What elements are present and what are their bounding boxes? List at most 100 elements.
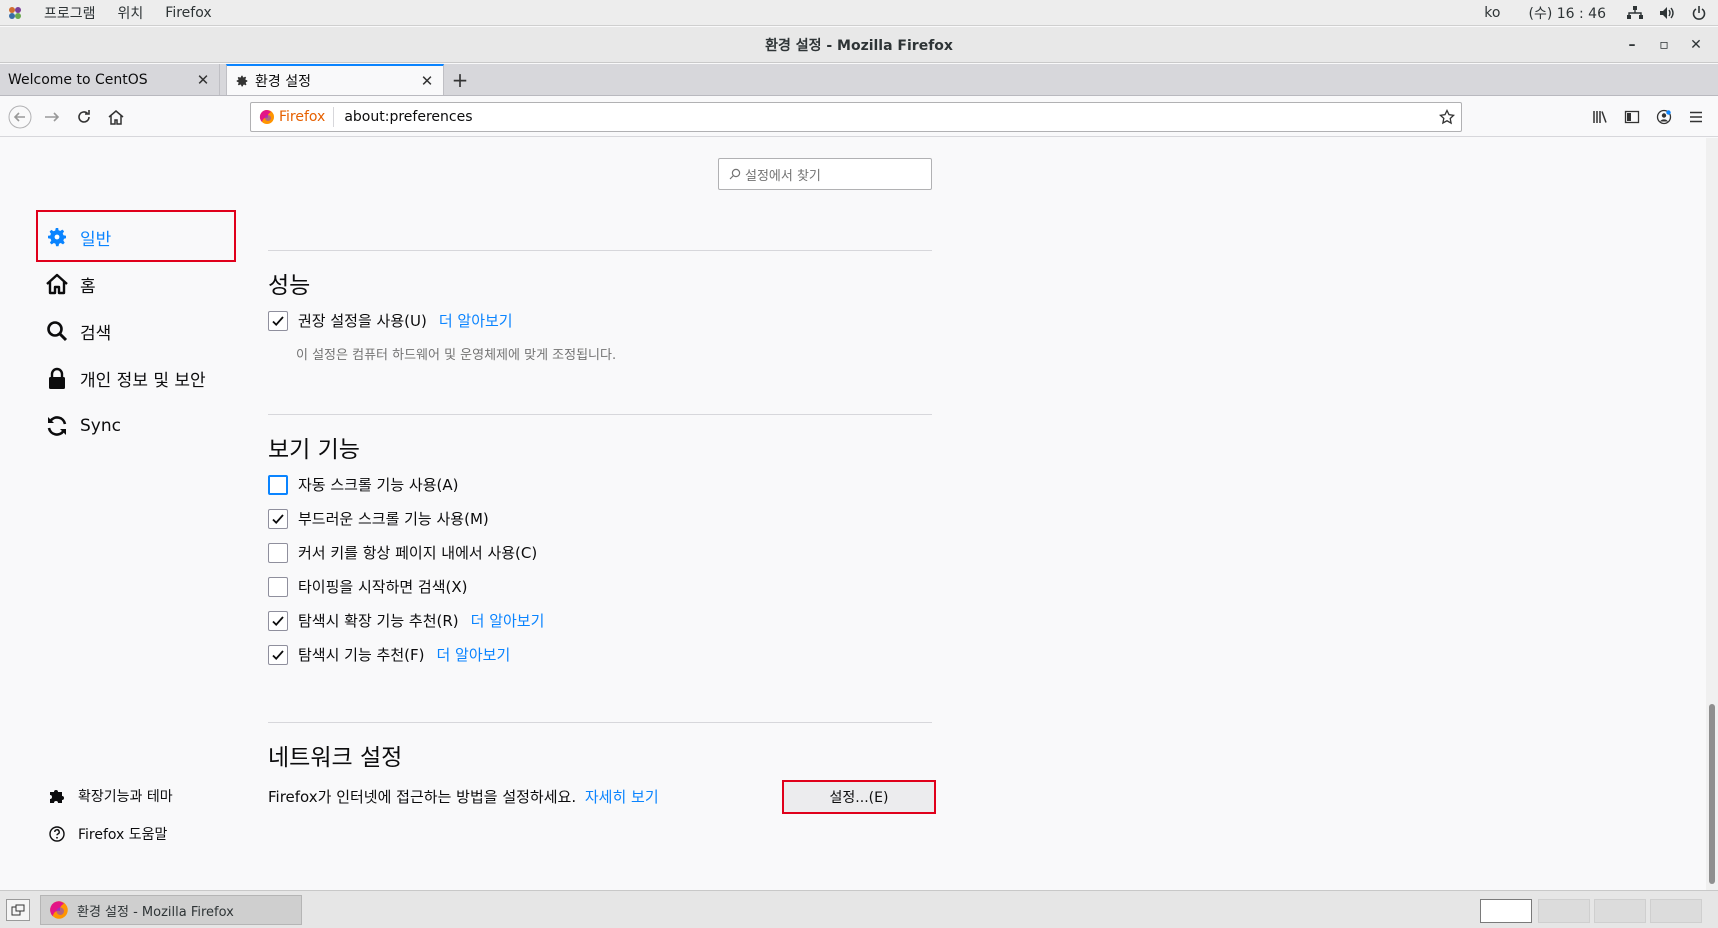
connection-settings-button[interactable]: 설정...(E): [782, 780, 936, 814]
tab-strip: Welcome to CentOS ✕ 환경 설정 ✕ +: [0, 64, 1718, 96]
recommended-settings-checkbox[interactable]: [268, 310, 288, 331]
close-tab-icon[interactable]: ✕: [419, 72, 435, 90]
tab-label: 환경 설정: [255, 73, 311, 90]
autoscroll-option[interactable]: 자동 스크롤 기능 사용(A): [268, 474, 458, 495]
category-general[interactable]: 일반: [44, 222, 111, 252]
account-icon: [1656, 109, 1672, 125]
option-label: 부드러운 스크롤 기능 사용(M): [298, 510, 489, 528]
workspace-2[interactable]: [1538, 899, 1590, 923]
sidebar-toggle-button[interactable]: [1616, 101, 1648, 133]
recommend-extensions-option[interactable]: 탐색시 확장 기능 추천(R) 더 알아보기: [268, 610, 544, 631]
category-home[interactable]: 홈: [44, 269, 96, 299]
url-bar[interactable]: Firefox about:preferences: [250, 102, 1462, 132]
applications-icon[interactable]: [8, 6, 22, 20]
new-tab-button[interactable]: +: [444, 64, 476, 95]
menu-places[interactable]: 위치: [118, 3, 144, 23]
category-label: 일반: [80, 229, 112, 250]
workspace-1[interactable]: [1480, 899, 1532, 923]
maximize-button[interactable]: ▫: [1648, 37, 1680, 53]
clock[interactable]: (수) 16 : 46: [1528, 3, 1606, 23]
vertical-scrollbar[interactable]: [1706, 138, 1718, 890]
reload-button[interactable]: [68, 101, 100, 133]
category-label: 홈: [80, 276, 96, 297]
category-search[interactable]: 검색: [44, 316, 111, 346]
category-privacy[interactable]: 개인 정보 및 보안: [44, 363, 206, 393]
url-text[interactable]: about:preferences: [334, 109, 1433, 125]
search-on-typing-option[interactable]: 타이핑을 시작하면 검색(X): [268, 576, 468, 597]
identity-box[interactable]: Firefox: [251, 107, 335, 127]
footer-label: 확장기능과 테마: [78, 789, 173, 805]
taskbar-window-firefox[interactable]: 환경 설정 - Mozilla Firefox: [40, 895, 302, 925]
addons-link[interactable]: 확장기능과 테마: [48, 786, 173, 806]
app-menu-button[interactable]: [1680, 101, 1712, 133]
caret-browsing-checkbox[interactable]: [268, 542, 288, 563]
bookmark-star-icon[interactable]: [1433, 109, 1461, 125]
hamburger-menu-icon: [1690, 111, 1702, 123]
firefox-logo-icon: [49, 900, 69, 920]
forward-button[interactable]: [36, 101, 68, 133]
checkmark-icon: [272, 315, 284, 326]
recommend-extensions-checkbox[interactable]: [268, 610, 288, 631]
window-title-bar: 환경 설정 - Mozilla Firefox – ▫ ✕: [0, 27, 1718, 63]
help-link[interactable]: Firefox 도움말: [48, 824, 167, 844]
search-input[interactable]: 설정에서 찾기: [745, 165, 821, 184]
home-button[interactable]: [100, 101, 132, 133]
option-label: 자동 스크롤 기능 사용(A): [298, 476, 459, 494]
learn-more-link[interactable]: 더 알아보기: [471, 610, 545, 631]
category-sync[interactable]: Sync: [44, 411, 121, 441]
recommend-features-option[interactable]: 탐색시 기능 추천(F) 더 알아보기: [268, 644, 510, 665]
smooth-scroll-checkbox[interactable]: [268, 508, 288, 529]
recommend-features-checkbox[interactable]: [268, 644, 288, 665]
menu-firefox[interactable]: Firefox: [165, 5, 211, 21]
caret-browsing-option[interactable]: 커서 키를 항상 페이지 내에서 사용(C): [268, 542, 537, 563]
option-label: 권장 설정을 사용(U): [298, 312, 427, 330]
volume-icon[interactable]: [1658, 5, 1676, 21]
option-label: 탐색시 기능 추천(F): [298, 646, 425, 664]
firefox-logo-icon: [259, 109, 275, 125]
tab-welcome[interactable]: Welcome to CentOS ✕: [0, 64, 220, 95]
workspace-4[interactable]: [1650, 899, 1702, 923]
back-button[interactable]: [4, 101, 36, 133]
close-window-button[interactable]: ✕: [1680, 37, 1712, 53]
performance-description: 이 설정은 컴퓨터 하드웨어 및 운영체제에 맞게 조정됩니다.: [296, 348, 617, 363]
help-icon: [48, 825, 66, 843]
footer-label: Firefox 도움말: [78, 827, 168, 843]
preferences-content: 설정에서 찾기 일반 홈 검색 개인 정보 및 보안 Sync 확장기능과 테마…: [0, 138, 1706, 890]
search-icon: [44, 318, 70, 344]
library-button[interactable]: [1584, 101, 1616, 133]
identity-label: Firefox: [279, 109, 326, 125]
workspace-3[interactable]: [1594, 899, 1646, 923]
category-label: Sync: [80, 416, 121, 436]
section-divider: [268, 414, 932, 415]
puzzle-icon: [48, 787, 66, 805]
category-label: 검색: [80, 323, 112, 344]
learn-more-link[interactable]: 더 알아보기: [436, 644, 510, 665]
learn-more-link[interactable]: 더 알아보기: [439, 310, 513, 331]
learn-more-link[interactable]: 자세히 보기: [585, 788, 659, 806]
network-text: Firefox가 인터넷에 접근하는 방법을 설정하세요.: [268, 788, 577, 806]
top-bar-status: ko (수) 16 : 46: [1484, 0, 1708, 26]
section-divider: [268, 250, 932, 251]
autoscroll-checkbox[interactable]: [268, 474, 288, 495]
preferences-search[interactable]: 설정에서 찾기: [718, 158, 932, 190]
close-tab-icon[interactable]: ✕: [195, 71, 211, 89]
top-menu: 프로그램 위치 Firefox: [0, 0, 234, 26]
forward-arrow-icon: [45, 111, 60, 122]
minimize-button[interactable]: –: [1616, 37, 1648, 53]
tab-preferences[interactable]: 환경 설정 ✕: [226, 64, 444, 95]
smooth-scroll-option[interactable]: 부드러운 스크롤 기능 사용(M): [268, 508, 489, 529]
search-on-typing-checkbox[interactable]: [268, 576, 288, 597]
show-desktop-button[interactable]: [6, 899, 30, 921]
menu-applications[interactable]: 프로그램: [44, 3, 96, 23]
recommended-settings-option[interactable]: 권장 설정을 사용(U) 더 알아보기: [268, 310, 513, 331]
task-label: 환경 설정 - Mozilla Firefox: [77, 904, 234, 920]
checkmark-icon: [272, 615, 284, 626]
scrollbar-thumb[interactable]: [1709, 704, 1715, 884]
gear-icon: [235, 74, 249, 88]
account-button[interactable]: [1648, 101, 1680, 133]
power-icon[interactable]: [1690, 5, 1708, 21]
category-label: 개인 정보 및 보안: [80, 370, 206, 391]
gnome-top-bar: 프로그램 위치 Firefox ko (수) 16 : 46: [0, 0, 1718, 26]
network-icon[interactable]: [1626, 5, 1644, 21]
language-indicator[interactable]: ko: [1484, 5, 1500, 21]
